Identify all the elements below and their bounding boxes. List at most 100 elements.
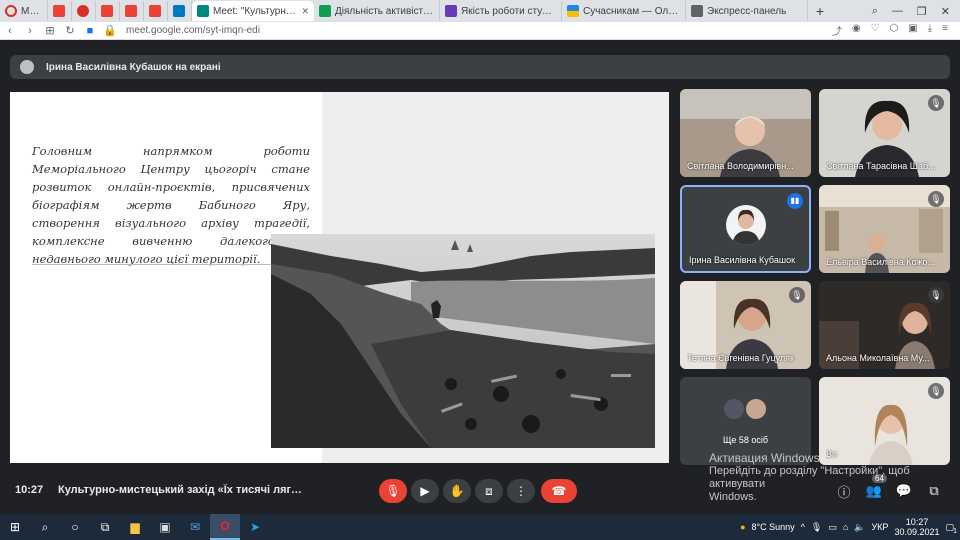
people-icon: 👥 [865, 483, 883, 498]
close-icon[interactable]: ✕ [301, 6, 309, 17]
heart-icon[interactable]: ♡ [871, 23, 880, 38]
info-icon: ⓘ [837, 484, 851, 500]
meeting-details-button[interactable]: ⓘ [834, 481, 854, 501]
microphone-tray-icon[interactable]: 🎙 [811, 522, 822, 533]
tab-2[interactable] [72, 1, 96, 21]
slide-text: Головним напрямком роботи Меморіального … [32, 144, 310, 266]
more-vert-icon: ⋮ [515, 484, 527, 498]
ukraine-flag-icon [567, 5, 579, 17]
start-button[interactable]: ⊞ [0, 514, 30, 540]
task-view-icon: ⧉ [100, 519, 110, 534]
raise-hand-button[interactable]: ✋ [443, 479, 471, 503]
volume-icon[interactable]: 🔈 [854, 522, 865, 533]
activities-button[interactable]: ⧉ [924, 481, 944, 501]
system-tray: ● 8°C Sunny ^ 🎙 ▭ ⌂ 🔈 УКР 10:27 30.09.20… [740, 514, 960, 540]
close-window-icon[interactable]: ✕ [941, 5, 950, 18]
participant-tile-active-speaker[interactable]: ▮▮ Ірина Василівна Кубашок [680, 185, 811, 273]
tab-poem[interactable]: Сучасникам — Олена Телі [562, 1, 686, 21]
gmail-icon [149, 5, 161, 17]
tab-gmail-1[interactable] [48, 1, 72, 21]
speaking-indicator-icon: ▮▮ [787, 193, 803, 209]
participant-name: Ельвіра Василівна Кожо... [826, 257, 935, 267]
taskbar-explorer[interactable]: ▆ [120, 514, 150, 540]
avatar [20, 60, 34, 74]
menu-icon[interactable]: ≡ [942, 23, 948, 38]
camera-button[interactable]: ▶ [411, 479, 439, 503]
present-screen-icon: ⧈ [485, 483, 493, 498]
participant-name: Світлана Володимирівн... [687, 161, 794, 171]
minimize-icon[interactable]: — [892, 5, 903, 18]
tab-gmail-2[interactable] [96, 1, 120, 21]
taskbar-store[interactable]: ▣ [150, 514, 180, 540]
network-icon[interactable]: ⌂ [843, 522, 848, 532]
tab-meet[interactable]: Meet: "Культурно-мистецьк ✕ [192, 1, 314, 21]
taskbar-opera[interactable]: O [210, 514, 240, 540]
presenter-banner: Ірина Василівна Кубашок на екрані [10, 55, 950, 79]
search-tabs-icon[interactable]: ⌕ [872, 5, 878, 18]
notifications-icon[interactable]: ▢ 1 [945, 522, 957, 535]
reload-icon[interactable]: ↻ [60, 24, 80, 37]
camera-indicator-icon[interactable]: ■ [80, 25, 100, 37]
speed-dial-icon [691, 5, 703, 17]
tab-forms[interactable]: Якість роботи студкуратор [440, 1, 562, 21]
hang-up-icon: ☎ [551, 484, 567, 498]
folder-icon: ▆ [130, 520, 140, 534]
tab-menu[interactable]: Меню [0, 1, 48, 21]
tab-trello[interactable] [168, 1, 192, 21]
opera-icon [5, 5, 17, 17]
cortana-button[interactable]: ○ [60, 514, 90, 540]
cube-icon[interactable]: ▣ [908, 23, 917, 38]
browser-tab-bar: Меню Meet: "Культурно-мистецьк ✕ Діяльні… [0, 0, 960, 22]
mic-off-icon: 🎙 [928, 287, 944, 303]
chat-button[interactable]: 💬 [894, 481, 914, 501]
restore-icon[interactable]: ❐ [917, 5, 927, 18]
forward-icon[interactable]: › [20, 25, 40, 37]
new-tab-button[interactable]: + [808, 3, 832, 19]
task-view-button[interactable]: ⧉ [90, 514, 120, 540]
shapes-icon: ⧉ [929, 483, 939, 498]
mic-off-icon: 🎙 [928, 95, 944, 111]
people-button[interactable]: 👥 64 [864, 474, 887, 501]
display-icon[interactable]: ▭ [828, 522, 837, 533]
chevron-up-icon[interactable]: ^ [801, 522, 805, 532]
opera-icon: O [220, 519, 230, 533]
url-field[interactable]: meet.google.com/syt-imqn-edi [126, 25, 260, 36]
participant-name: Світлана Тарасівна Шаб... [826, 161, 936, 171]
participant-tile[interactable]: Світлана Володимирівн... [680, 89, 811, 177]
weather-label[interactable]: 8°C Sunny [752, 522, 795, 532]
search-button[interactable]: ⌕ [30, 514, 60, 540]
notification-count: 1 [953, 527, 957, 535]
chat-icon: 💬 [895, 483, 913, 498]
participant-tile[interactable]: 🎙 Ельвіра Василівна Кожо... [819, 185, 950, 273]
taskbar-clock[interactable]: 10:27 30.09.2021 [894, 517, 939, 537]
present-button[interactable]: ⧈ [475, 479, 503, 503]
participant-tile[interactable]: 🎙 Альона Миколаївна Му... [819, 281, 950, 369]
mail-icon: ✉ [189, 520, 201, 534]
tab-sheets[interactable]: Діяльність активістів 1 сем [314, 1, 440, 21]
language-indicator[interactable]: УКР [871, 522, 888, 532]
leave-call-button[interactable]: ☎ [541, 479, 577, 503]
tab-gmail-3[interactable] [120, 1, 144, 21]
hand-icon: ✋ [449, 484, 465, 498]
lock-icon: 🔒 [103, 25, 117, 37]
participant-tile[interactable]: 🎙 Тетяна Євгенівна Гуцуляк [680, 281, 811, 369]
camera-icon[interactable]: ◉ [852, 23, 861, 38]
store-icon: ▣ [159, 520, 171, 534]
participant-tile[interactable]: 🎙 Світлана Тарасівна Шаб... [819, 89, 950, 177]
more-participants-label: Ще 58 осіб [722, 435, 769, 445]
back-icon[interactable]: ‹ [0, 25, 20, 37]
tab-gmail-4[interactable] [144, 1, 168, 21]
extensions-icon[interactable]: ⬡ [890, 23, 899, 38]
mic-off-icon: 🎙 [928, 191, 944, 207]
people-count-badge: 64 [872, 474, 887, 483]
gmail-icon [53, 5, 65, 17]
share-icon[interactable]: ⤴ [832, 23, 842, 38]
tab-speed-dial[interactable]: Экспресс-панель [686, 1, 808, 21]
sheets-icon [319, 5, 331, 17]
microphone-button[interactable]: 🎙 [379, 479, 407, 503]
download-icon[interactable]: ⤓ [928, 23, 932, 38]
grid-icon[interactable]: ⊞ [40, 24, 60, 37]
more-options-button[interactable]: ⋮ [507, 479, 535, 503]
taskbar-telegram[interactable]: ➤ [240, 514, 270, 540]
taskbar-mail[interactable]: ✉ [180, 514, 210, 540]
